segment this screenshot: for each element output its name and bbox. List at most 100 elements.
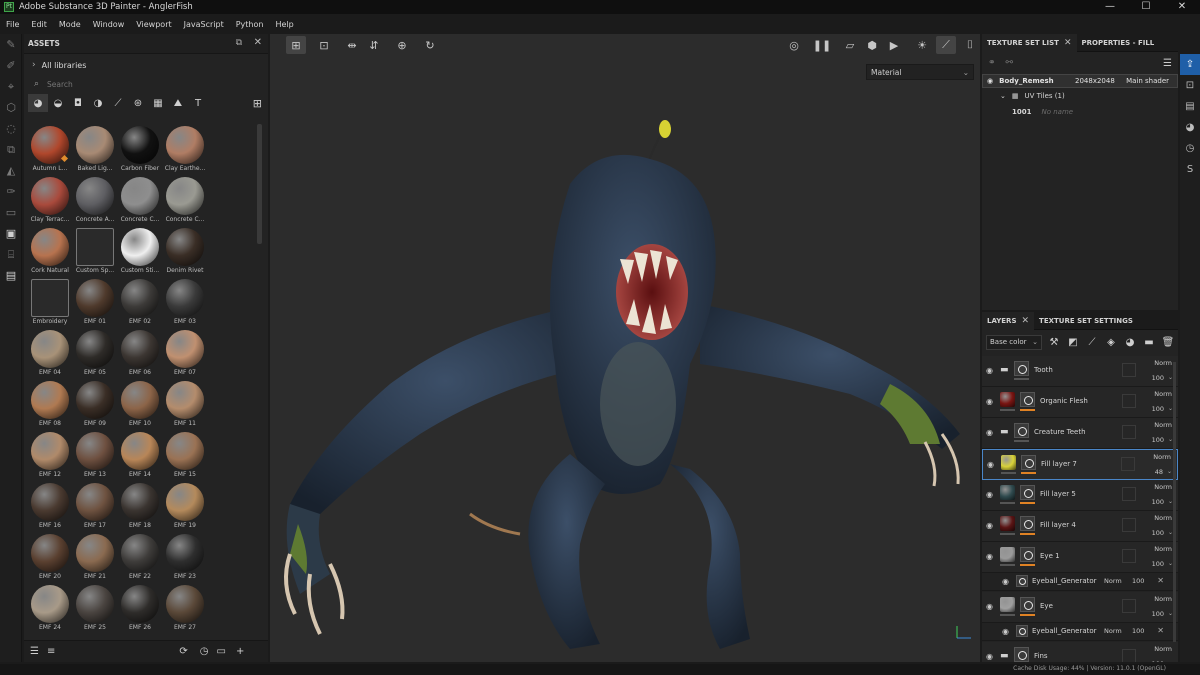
opacity-value[interactable]: 100 [1152, 498, 1164, 506]
asset-item[interactable]: Custom Sti... [116, 228, 161, 279]
brush-mode-icon[interactable]: ⟋ [936, 36, 956, 54]
layer-row[interactable]: ◉ Fill layer 5 Norm 100 ⌄ [982, 480, 1178, 511]
add-effect-icon[interactable]: ⚒ [1047, 337, 1061, 348]
asset-item[interactable]: Clay Earthe... [161, 126, 206, 177]
asset-item[interactable]: Cork Natural [26, 228, 71, 279]
blend-mode[interactable]: Norm [1154, 483, 1172, 491]
filter-list-icon[interactable]: ☰ [30, 646, 39, 657]
eye-icon[interactable]: ◉ [987, 77, 993, 85]
asset-item[interactable]: Carbon Fiber [116, 126, 161, 177]
eye-icon[interactable]: ◉ [986, 366, 993, 375]
tab-texture-set-list[interactable]: TEXTURE SET LIST ✕ [982, 33, 1077, 52]
asset-item[interactable]: Concrete C... [116, 177, 161, 228]
delete-icon[interactable]: 🗑 [1161, 337, 1175, 348]
viewport[interactable]: ⊞ ⊡ ⇹ ⇵ ⊕ ↻ ◎ ❚❚ ▱ ⬢ ▶ ☀ ⟋ ⌷ Material ⌄ [270, 34, 980, 662]
asset-item[interactable]: EMF 22 [116, 534, 161, 585]
environment-icon[interactable]: ◕ [1180, 117, 1200, 138]
asset-item[interactable]: Denim Rivet [161, 228, 206, 279]
screenshot-icon[interactable]: ⌷ [960, 36, 980, 54]
grid-view-icon[interactable]: ⊞ [253, 97, 262, 110]
asset-item[interactable]: EMF 25 [71, 585, 116, 636]
layer-checkbox[interactable] [1122, 599, 1136, 613]
add-mask-icon[interactable]: ◩ [1066, 337, 1080, 348]
asset-item[interactable]: EMF 15 [161, 432, 206, 483]
blend-mode[interactable]: Norm [1154, 595, 1172, 603]
uv-tile-row[interactable]: 1001 No name [982, 104, 1178, 120]
close-icon[interactable]: ✕ [254, 37, 262, 48]
texture-set-row[interactable]: ◉ Body_Remesh 2048x2048 Main shader [982, 74, 1178, 88]
asset-item[interactable]: EMF 10 [116, 381, 161, 432]
asset-item[interactable]: EMF 05 [71, 330, 116, 381]
image-icon[interactable]: ⛰ [168, 94, 188, 112]
tab-texture-set-settings[interactable]: TEXTURE SET SETTINGS [1034, 312, 1138, 330]
picker-tool-icon[interactable]: ✑ [0, 181, 22, 202]
menu-viewport[interactable]: Viewport [130, 20, 177, 29]
search-input[interactable] [47, 79, 228, 89]
eye-icon[interactable]: ◉ [986, 428, 993, 437]
display-settings-icon[interactable]: ⊡ [1180, 75, 1200, 96]
menu-help[interactable]: Help [269, 20, 299, 29]
measure-icon[interactable]: ▣ [0, 223, 22, 244]
add-smart-material-icon[interactable]: ◕ [1123, 337, 1137, 348]
layer-checkbox[interactable] [1122, 549, 1136, 563]
blend-mode[interactable]: Norm [1153, 453, 1171, 461]
opacity-value[interactable]: 100 [1152, 529, 1164, 537]
menu-edit[interactable]: Edit [25, 20, 53, 29]
polygon-fill-icon[interactable]: ◭ [0, 160, 22, 181]
blend-mode[interactable]: Norm [1154, 514, 1172, 522]
asset-item[interactable]: Baked Lig... [71, 126, 116, 177]
minimize-button[interactable]: — [1092, 0, 1128, 14]
asset-item[interactable]: EMF 21 [71, 534, 116, 585]
visibility-icon[interactable]: ◎ [784, 36, 804, 54]
link-icon[interactable]: ⚭ [988, 58, 996, 68]
asset-item[interactable]: Embroidery [26, 279, 71, 330]
folder-icon[interactable]: ▭ [216, 646, 225, 657]
close-icon[interactable]: ✕ [1157, 576, 1164, 585]
material-icon[interactable]: ◕ [28, 94, 48, 112]
opacity-value[interactable]: 100 [1152, 405, 1164, 413]
layer-checkbox[interactable] [1122, 518, 1136, 532]
library-selector[interactable]: › All libraries [24, 54, 268, 76]
reset-view-icon[interactable]: ↻ [420, 36, 440, 54]
layer-checkbox[interactable] [1122, 363, 1136, 377]
substance-icon[interactable]: S [1180, 159, 1200, 180]
layer-checkbox[interactable] [1122, 425, 1136, 439]
menu-window[interactable]: Window [87, 20, 131, 29]
opacity-value[interactable]: 100 [1132, 577, 1144, 585]
undock-icon[interactable]: ⧉ [236, 38, 242, 48]
asset-item[interactable]: EMF 12 [26, 432, 71, 483]
unlink-icon[interactable]: ⚯ [1006, 58, 1014, 68]
blend-mode[interactable]: Norm [1154, 390, 1172, 398]
opacity-value[interactable]: 100 [1132, 627, 1144, 635]
history-icon[interactable]: ◷ [1180, 138, 1200, 159]
layer-checkbox[interactable] [1122, 394, 1136, 408]
tab-layers[interactable]: LAYERS ✕ [982, 312, 1035, 330]
layer-row[interactable]: ◉ Fill layer 7 Norm 48 ⌄ [982, 449, 1178, 480]
layer-effect-row[interactable]: ◉ Eyeball_Generator Norm 100 ✕ [982, 623, 1178, 641]
ruler-icon[interactable]: ⌸ [0, 244, 22, 265]
menu-python[interactable]: Python [230, 20, 270, 29]
layer-row[interactable]: ◉ ▬ Tooth Norm 100 ⌄ [982, 356, 1178, 387]
paint-tool-icon[interactable]: ✎ [0, 34, 22, 55]
asset-item[interactable]: EMF 11 [161, 381, 206, 432]
asset-item[interactable]: Custom Sp... [71, 228, 116, 279]
asset-item[interactable]: EMF 20 [26, 534, 71, 585]
layout-icon[interactable]: ⊡ [314, 36, 334, 54]
close-icon[interactable]: ✕ [1064, 38, 1072, 48]
eraser-tool-icon[interactable]: ✐ [0, 55, 22, 76]
close-icon[interactable]: ✕ [1157, 626, 1164, 635]
close-icon[interactable]: ✕ [1022, 316, 1030, 326]
add-paint-layer-icon[interactable]: ⟋ [1085, 337, 1099, 348]
layer-row[interactable]: ◉ Eye Norm 100 ⌄ [982, 592, 1178, 623]
eye-icon[interactable]: ◉ [986, 521, 993, 530]
uv-tiles-row[interactable]: ⌄ ▦ UV Tiles (1) [982, 88, 1178, 104]
tab-properties-fill[interactable]: PROPERTIES - FILL [1077, 34, 1160, 52]
layer-row[interactable]: ◉ ▬ Fins Norm 100 ⌄ [982, 642, 1178, 662]
asset-item[interactable]: EMF 24 [26, 585, 71, 636]
asset-item[interactable]: EMF 02 [116, 279, 161, 330]
add-icon[interactable]: + [236, 646, 244, 657]
bake-icon[interactable]: ▭ [0, 202, 22, 223]
geometry-mask-icon[interactable]: ⬡ [0, 97, 22, 118]
add-folder-icon[interactable]: ▬ [1142, 337, 1156, 348]
asset-item[interactable]: EMF 07 [161, 330, 206, 381]
